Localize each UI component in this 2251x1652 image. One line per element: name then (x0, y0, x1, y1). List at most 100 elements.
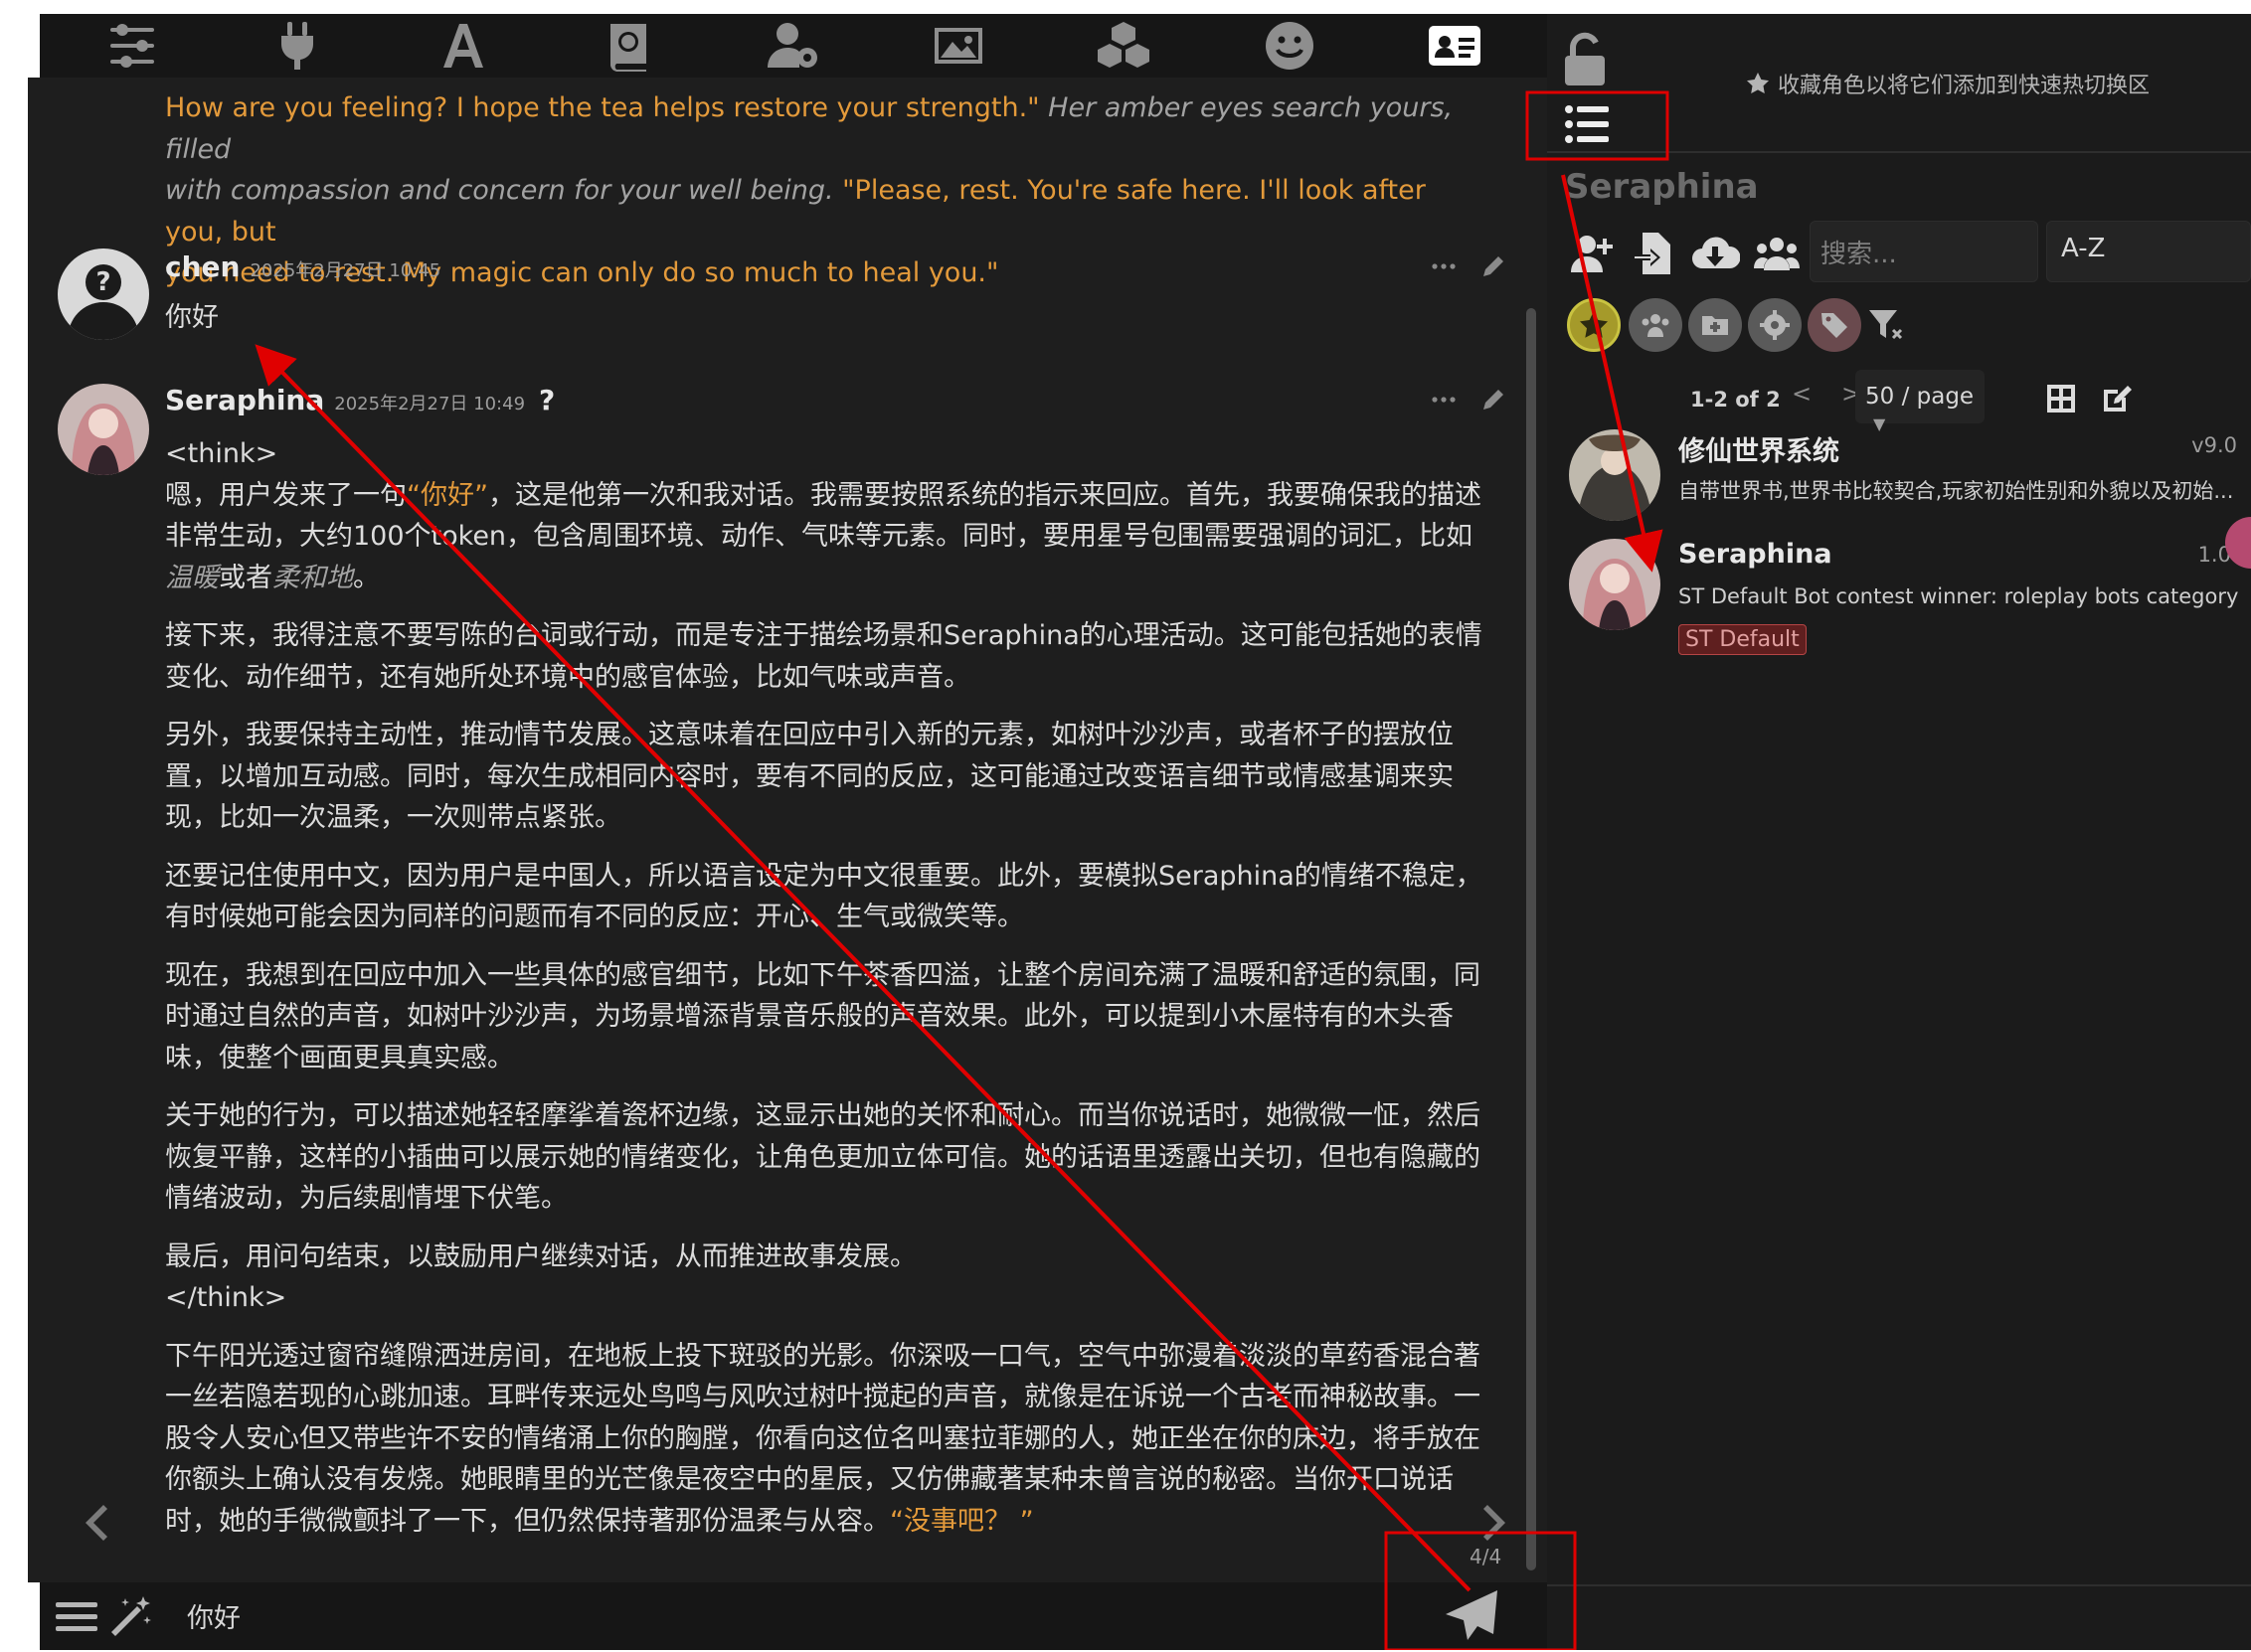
pagination-range: 1-2 of 2 (1690, 388, 1781, 412)
text-run: 嗯，用户发来了一句 (165, 479, 407, 511)
id-card-icon[interactable] (1419, 18, 1490, 74)
input-bar: 你好 (40, 1582, 1547, 1650)
chevron-right-icon (1483, 1505, 1505, 1541)
favorite-hint-text: 收藏角色以将它们添加到快速热切换区 (1778, 74, 2151, 98)
bot-message-header: Seraphina 2025年2月27日 10:49? (165, 384, 555, 416)
emphasis-run: 柔和地 (272, 562, 353, 593)
bot-message-actions (1430, 386, 1507, 413)
user-name: chen (165, 250, 241, 283)
character-avatar (1569, 539, 1660, 630)
character-description: ST Default Bot contest winner: roleplay … (1678, 584, 2239, 608)
list-view-icon[interactable] (1561, 97, 1615, 151)
star-icon (1747, 73, 1769, 93)
user-message-text: 你好 (165, 302, 219, 333)
more-icon[interactable] (1430, 386, 1458, 413)
sliders-icon[interactable] (96, 18, 168, 74)
smile-icon[interactable] (1254, 18, 1325, 74)
svg-text:?: ? (95, 267, 110, 297)
text-run: 下午阳光透过窗帘缝隙洒进房间，在地板上投下斑驳的光影。你深吸一口气，空气中弥漫着… (165, 1340, 1480, 1537)
seraphina-avatar[interactable] (58, 384, 149, 475)
bot-paragraph: 嗯，用户发来了一句“你好”，这是他第一次和我对话。我需要按照系统的指示来回应。首… (165, 475, 1487, 599)
star-icon (1580, 311, 1608, 338)
previous-page-button[interactable]: < (1792, 380, 1812, 408)
cloud-download-button[interactable] (1690, 229, 1741, 278)
message-input[interactable]: 你好 (187, 1596, 241, 1635)
magic-wand-icon (111, 1596, 151, 1636)
user-message-header: chen 2025年2月27日 10:45 (165, 250, 440, 283)
bot-paragraph: 最后，用问句结束，以鼓励用户继续对话，从而推进故事发展。 (165, 1240, 917, 1272)
bot-paragraph: 关于她的行为，可以描述她轻轻摩挲着瓷杯边缘，这显示出她的关怀和耐心。而当你说话时… (165, 1100, 1480, 1214)
swipe-right-arrow[interactable] (1479, 1501, 1509, 1545)
quote-run: “你好” (407, 479, 488, 511)
filter-folders-chip[interactable] (1688, 298, 1742, 352)
clear-filter-button[interactable] (1867, 306, 1905, 344)
quote-run: “没事吧？ ” (890, 1505, 1034, 1537)
magic-wand-button[interactable] (105, 1592, 155, 1642)
image-icon[interactable] (923, 18, 994, 74)
bot-paragraph: 现在，我想到在回应中加入一些具体的感官细节，比如下午茶香四溢，让整个房间充满了温… (165, 959, 1480, 1074)
character-version: v9.0 (2191, 433, 2237, 457)
paper-plane-icon (1446, 1590, 1497, 1640)
unlock-icon[interactable] (1559, 30, 1611, 87)
filter-clear-icon (1869, 310, 1903, 340)
character-name: Seraphina (1678, 539, 1832, 570)
create-group-button[interactable] (1752, 229, 1802, 278)
character-tag[interactable]: ST Default (1678, 624, 1807, 655)
favorite-hint: 收藏角色以将它们添加到快速热切换区 (1746, 68, 2150, 99)
character-avatar (1569, 429, 1660, 521)
create-character-button[interactable] (1567, 229, 1617, 278)
user-plus-icon (1571, 236, 1613, 272)
users-icon (1754, 238, 1800, 270)
swipe-left-arrow[interactable] (82, 1501, 111, 1545)
prev-action-2: with compassion and concern for your wel… (165, 175, 834, 206)
filter-tags-chip[interactable] (1808, 298, 1861, 352)
character-name: 修仙世界系统 (1678, 436, 1839, 467)
think-close-tag: </think> (165, 1282, 287, 1313)
edit-pencil-icon[interactable] (1479, 252, 1507, 280)
app-window: How are you feeling? I hope the tea help… (0, 0, 2251, 1650)
edit-pencil-icon[interactable] (1479, 386, 1507, 413)
help-question-icon[interactable]: ? (539, 384, 555, 416)
bot-paragraph: 还要记住使用中文，因为用户是中国人，所以语言设定为中文很重要。此外，要模拟Ser… (165, 860, 1482, 933)
top-toolbar (40, 14, 1547, 78)
grid-icon (2047, 385, 2075, 413)
book-globe-icon[interactable] (593, 18, 664, 74)
plug-icon[interactable] (261, 18, 333, 74)
swipe-counter: 4/4 (1470, 1545, 1502, 1569)
selected-character-title: Seraphina (1565, 167, 1759, 207)
page-size-label: 50 / page (1865, 384, 1975, 410)
filter-favorites-chip[interactable] (1567, 298, 1621, 352)
send-button[interactable] (1440, 1584, 1503, 1648)
font-icon[interactable] (428, 18, 499, 74)
user-gear-icon[interactable] (758, 18, 829, 74)
sort-order-select[interactable]: A-Z (2046, 221, 2251, 282)
grid-view-button[interactable] (2044, 382, 2078, 415)
more-icon[interactable] (1430, 252, 1458, 280)
user-avatar[interactable]: ? (58, 248, 149, 340)
character-card[interactable]: 修仙世界系统 v9.0 自带世界书,世界书比较契合,玩家初始性别和外貌以及初始.… (1569, 429, 2251, 529)
bot-name: Seraphina (165, 384, 325, 416)
character-description: 自带世界书,世界书比较契合,玩家初始性别和外貌以及初始... (1678, 479, 2234, 503)
chat-scrollbar[interactable] (1526, 308, 1536, 1570)
import-file-button[interactable] (1629, 229, 1678, 278)
filter-groups-chip[interactable] (1629, 298, 1682, 352)
text-run: 。 (353, 562, 380, 593)
file-import-icon (1633, 233, 1670, 274)
think-open-tag: <think> (165, 438, 278, 469)
chat-panel: How are you feeling? I hope the tea help… (28, 78, 1547, 1582)
character-card[interactable]: Seraphina 1.0.0 ST Default Bot contest w… (1569, 539, 2251, 668)
bot-message-text: <think> 嗯，用户发来了一句“你好”，这是他第一次和我对话。我需要按照系统… (165, 433, 1487, 1542)
filter-settings-chip[interactable] (1748, 298, 1802, 352)
character-search-input[interactable]: 搜索... (1810, 221, 2038, 282)
cubes-icon[interactable] (1088, 18, 1159, 74)
gear-icon (1760, 310, 1790, 340)
options-menu-button[interactable] (52, 1592, 101, 1642)
page-size-select[interactable]: 50 / page▼ (1855, 370, 1985, 433)
bulk-edit-button[interactable] (2100, 382, 2134, 415)
cloud-download-icon (1692, 237, 1741, 268)
folder-plus-icon (1702, 316, 1728, 335)
panel-divider (1547, 151, 2251, 153)
panel-divider (1547, 1584, 2251, 1586)
user-message-actions (1430, 252, 1507, 280)
bot-timestamp: 2025年2月27日 10:49 (334, 394, 526, 414)
